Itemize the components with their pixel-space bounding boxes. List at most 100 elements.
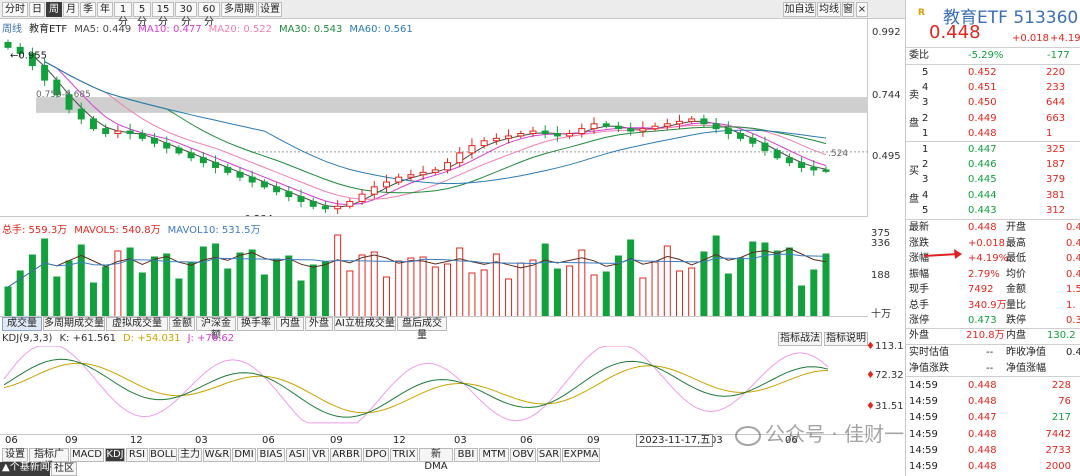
bottom-tab-4[interactable]: RSI: [126, 448, 148, 462]
cursor-date: 2023-11-17,五: [636, 434, 714, 447]
toolbar-right-2[interactable]: 窗: [842, 2, 854, 17]
volume-bar: [334, 234, 342, 317]
tick-row-1: 14:59 0.448 76: [906, 394, 1080, 410]
tick-volume: 217: [1051, 412, 1071, 424]
bottom-tab-19[interactable]: SAR: [537, 448, 561, 462]
indicator-tab-9[interactable]: 盘后成交量: [397, 317, 447, 341]
kdj-d-line: [3, 362, 829, 414]
bottom-tab-10[interactable]: ASI: [286, 448, 308, 462]
bottom-tab-18[interactable]: OBV: [510, 448, 536, 462]
bottom-tab-14[interactable]: TRIX: [390, 448, 418, 462]
period-tab-3[interactable]: 月: [63, 2, 79, 17]
period-tab-0[interactable]: 分时: [2, 2, 28, 17]
indicator-tab-8[interactable]: AI立桩成交量: [334, 317, 396, 331]
volume-bar: [163, 253, 171, 317]
indicator-tab-7[interactable]: 外盘: [305, 317, 333, 331]
bottom-tab-6[interactable]: 主力: [178, 448, 202, 462]
bottom-tab-1[interactable]: 指标广场: [29, 448, 69, 472]
bottom-tab-12[interactable]: ARBR: [330, 448, 362, 462]
volume-bar: [688, 267, 696, 317]
community-tab[interactable]: 社区: [51, 462, 77, 476]
x-tick-1: 09: [65, 435, 78, 446]
sell-side-label: 卖盘: [909, 90, 919, 129]
bottom-tab-17[interactable]: MTM: [479, 448, 509, 462]
candle: [651, 125, 659, 130]
price-chart[interactable]: ←0.955 ←0.284 0.750-0.685 .524: [0, 34, 868, 216]
ask-volume: 663: [1046, 112, 1066, 124]
bid-price: 0.446: [968, 159, 997, 171]
stat-label-2: 最高: [1006, 237, 1026, 249]
candle: [358, 193, 366, 202]
indicator-tab-3[interactable]: 金额: [169, 317, 195, 331]
volume-bar: [309, 264, 317, 317]
indicator-help-button[interactable]: 指标说明: [824, 332, 868, 346]
kdj-j-line: [3, 346, 829, 424]
bottom-tab-16[interactable]: BBI: [454, 448, 478, 462]
period-tab-2[interactable]: 周: [46, 2, 62, 17]
indicator-tab-2[interactable]: 虚拟成交量: [106, 317, 168, 331]
volume-bar: [553, 268, 561, 317]
bid-row-3: 4 0.444 381: [906, 188, 1080, 204]
volume-bar: [517, 262, 525, 317]
candle: [444, 162, 452, 171]
strategy-button[interactable]: 指标战法: [778, 332, 822, 346]
volume-bar: [175, 278, 183, 317]
bottom-tab-3[interactable]: KDJ: [105, 448, 125, 462]
period-tab-7[interactable]: 5分: [133, 2, 151, 28]
toolbar-right-0[interactable]: 加自选: [783, 2, 816, 17]
bottom-tab-15[interactable]: 新DMA: [419, 448, 453, 472]
volume-bar: [590, 274, 598, 317]
bottom-tab-11[interactable]: VR: [309, 448, 329, 462]
period-tab-9[interactable]: 30分: [175, 2, 197, 28]
bid-row-0: 1 0.447 325: [906, 142, 1080, 158]
period-toolbar: 分时日周月季年 1分 5分 15分 30分 60分 多周期 设置: [0, 0, 868, 28]
volume-bar: [151, 256, 159, 317]
period-tab-12[interactable]: 设置: [258, 2, 282, 17]
toolbar-right-1[interactable]: 均线: [817, 2, 841, 17]
tick-time: 14:59: [909, 412, 938, 424]
volume-bar: [285, 255, 293, 317]
volume-chart[interactable]: [0, 233, 868, 317]
stat-value-2: 0.3: [1066, 315, 1080, 326]
volume-bar: [382, 276, 390, 317]
volume-bar: [798, 285, 806, 317]
period-tab-6[interactable]: 1分: [114, 2, 132, 28]
period-tab-11[interactable]: 多周期: [221, 2, 257, 17]
indicator-tab-6[interactable]: 内盘: [276, 317, 304, 331]
volume-bar: [89, 282, 97, 317]
wechat-icon: [735, 425, 761, 446]
bottom-tab-7[interactable]: W&R: [203, 448, 231, 462]
candle: [773, 149, 781, 159]
fund-news-tab[interactable]: ▲个基新闻: [0, 462, 50, 476]
bottom-tab-20[interactable]: EXPMA: [562, 448, 600, 462]
indicator-tab-4[interactable]: 沪深金额: [196, 317, 236, 341]
bottom-tab-2[interactable]: MACD: [70, 448, 104, 462]
bottom-tab-5[interactable]: BOLL: [149, 448, 177, 462]
period-tab-4[interactable]: 季: [80, 2, 96, 17]
candle: [480, 140, 488, 147]
indicator-tab-5[interactable]: 换手率: [237, 317, 275, 331]
bottom-tab-13[interactable]: DPO: [363, 448, 389, 462]
period-tab-10[interactable]: 60分: [198, 2, 220, 28]
bottom-tab-0[interactable]: 设置: [2, 448, 28, 462]
close-icon[interactable]: ×: [856, 2, 868, 17]
indicator-tab-0[interactable]: 成交量: [2, 317, 42, 331]
bottom-tab-9[interactable]: BIAS: [257, 448, 285, 462]
x-tick-9: 09: [587, 435, 600, 446]
period-tab-5[interactable]: 年: [97, 2, 113, 17]
nav-value: --: [986, 362, 994, 374]
ask-row-4: 1 0.448 1: [906, 126, 1080, 142]
ask-volume: 220: [1046, 67, 1066, 78]
period-tab-1[interactable]: 日: [29, 2, 45, 17]
x-tick-4: 06: [262, 435, 275, 446]
volume-bar: [4, 286, 12, 317]
tick-row-3: 14:59 0.448 7442: [906, 427, 1080, 443]
ma-line-2: [44, 61, 827, 200]
tick-volume: 2733: [1045, 444, 1071, 456]
bottom-tab-8[interactable]: DMI: [232, 448, 256, 462]
weibi-row: 委比 -5.29% -177: [909, 50, 1070, 61]
x-tick-0: 06: [5, 435, 18, 446]
candle: [175, 147, 183, 154]
indicator-tab-1[interactable]: 多周期成交量: [43, 317, 105, 331]
period-tab-8[interactable]: 15分: [152, 2, 174, 28]
